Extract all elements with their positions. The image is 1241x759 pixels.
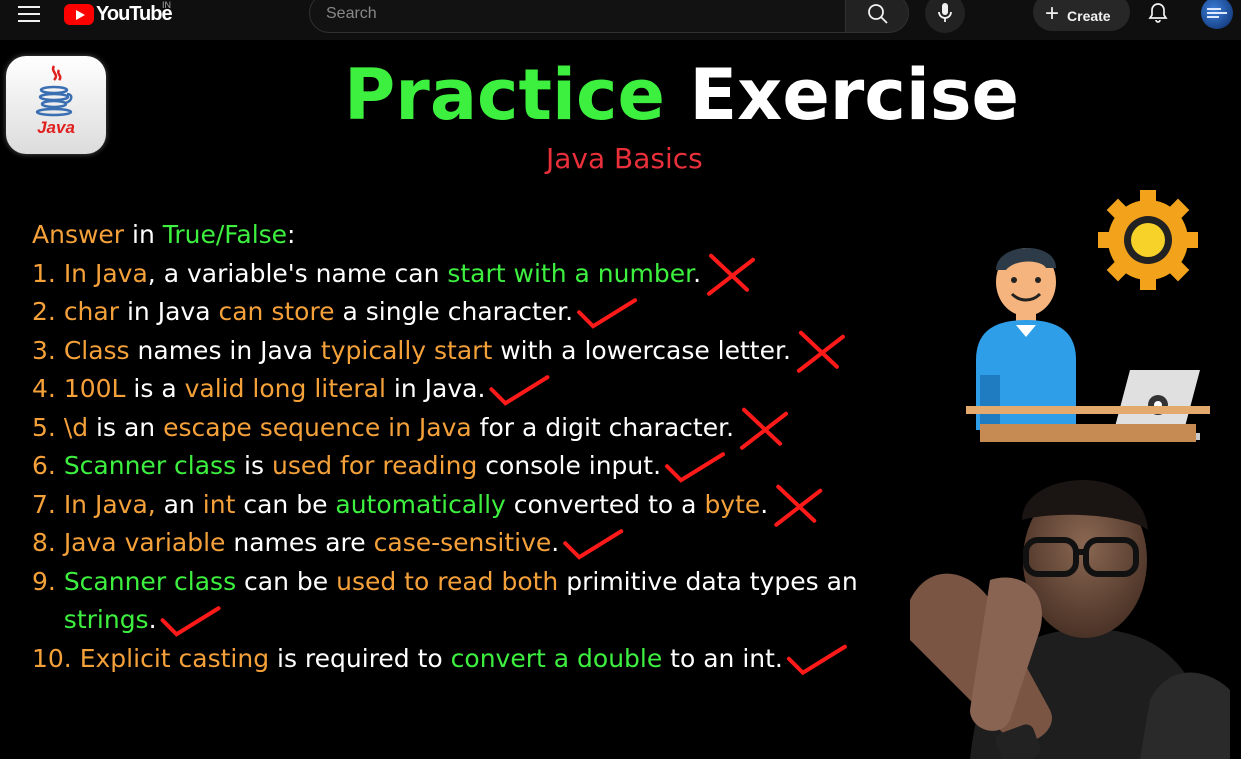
search-button[interactable] <box>845 0 909 33</box>
gear-icon <box>1098 190 1198 290</box>
video-player[interactable]: Java Practice Exercise Java Basics Answe… <box>0 40 1241 759</box>
search-placeholder: Search <box>326 5 377 22</box>
tick-mark <box>577 298 638 329</box>
create-label: Create <box>1067 7 1111 24</box>
cross-mark <box>707 253 756 296</box>
region-code: IN <box>162 0 171 10</box>
cross-mark <box>774 484 823 527</box>
cross-mark <box>740 407 789 450</box>
tick-mark <box>489 375 550 406</box>
developer-icon <box>976 247 1076 430</box>
tick-mark <box>563 529 624 560</box>
notifications-bell-icon[interactable] <box>1146 1 1170 25</box>
plus-icon: + <box>1045 0 1060 27</box>
search-input[interactable]: Search <box>309 0 846 33</box>
menu-icon[interactable] <box>18 6 40 22</box>
voice-search-button[interactable] <box>925 0 965 33</box>
create-button[interactable]: + Create <box>1033 0 1130 31</box>
youtube-play-icon <box>64 3 94 25</box>
youtube-logo-text: YouTube <box>96 2 173 25</box>
youtube-header: YouTube IN Search + Create <box>0 0 1241 40</box>
search-icon <box>868 4 888 24</box>
presenter-image <box>910 480 1230 759</box>
developer-illustration <box>976 190 1200 440</box>
tick-mark <box>160 606 221 637</box>
cross-mark <box>796 330 845 373</box>
youtube-logo[interactable]: YouTube <box>64 2 173 25</box>
microphone-icon <box>938 3 952 22</box>
account-avatar[interactable] <box>1201 0 1233 29</box>
tick-mark <box>786 644 847 676</box>
tick-mark <box>665 452 726 483</box>
